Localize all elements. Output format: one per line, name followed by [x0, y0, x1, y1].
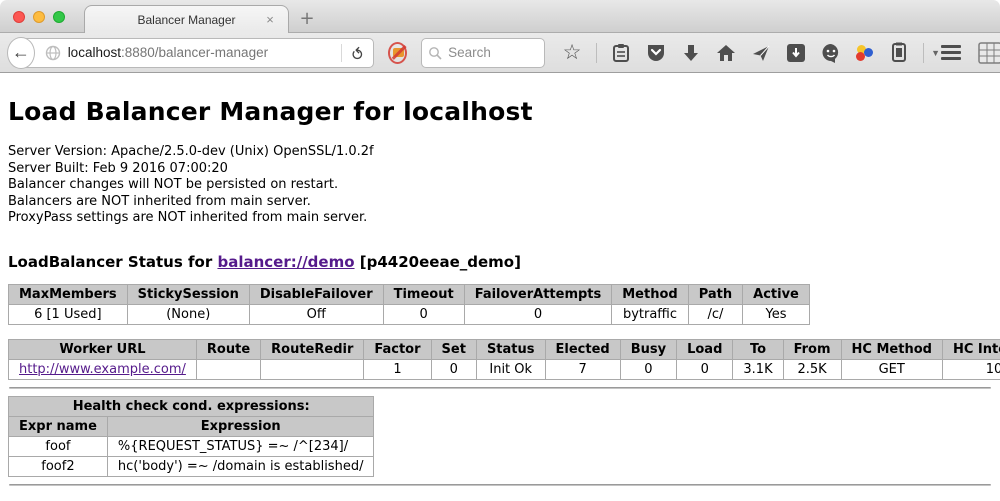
table-row: http://www.example.com/ 1 0 Init Ok 7 0 … — [9, 359, 1000, 379]
downloads-icon[interactable] — [680, 42, 702, 64]
pocket-icon[interactable] — [645, 42, 667, 64]
window-controls — [13, 11, 65, 23]
url-path: :8880/balancer-manager — [121, 45, 268, 60]
send-plane-icon[interactable] — [750, 42, 772, 64]
horizontal-rule — [9, 387, 991, 389]
table-header-row: Worker URL Route RouteRedir Factor Set S… — [9, 339, 1000, 359]
plugin-blocked-icon[interactable] — [388, 42, 407, 64]
page-content: Load Balancer Manager for localhost Serv… — [0, 73, 1000, 501]
reading-list-icon[interactable] — [610, 42, 632, 64]
globe-icon — [45, 45, 61, 61]
health-check-table: Health check cond. expressions: Expr nam… — [8, 396, 374, 477]
forum-smiley-icon[interactable] — [820, 42, 842, 64]
inherit-note-line: Balancers are NOT inherited from main se… — [8, 194, 992, 211]
toolbar-right — [940, 42, 1000, 64]
clipboard-battery-icon[interactable] — [888, 42, 910, 64]
tab-strip: Balancer Manager × + — [0, 0, 1000, 33]
urlbar-divider — [341, 44, 342, 62]
search-icon — [428, 46, 442, 60]
table-header-row: MaxMembers StickySession DisableFailover… — [9, 284, 810, 304]
table-header-row: Expr name Expression — [9, 416, 374, 436]
tab-balancer-manager[interactable]: Balancer Manager × — [84, 5, 289, 34]
search-bar[interactable] — [421, 38, 545, 68]
tab-close-icon[interactable]: × — [262, 12, 278, 28]
server-info: Server Version: Apache/2.5.0-dev (Unix) … — [8, 144, 992, 227]
reload-icon[interactable]: ⟳ — [347, 46, 367, 59]
color-dots-icon[interactable] — [855, 43, 875, 63]
toolbar-separator — [596, 43, 597, 63]
home-icon[interactable] — [715, 42, 737, 64]
table-row: foof %{REQUEST_STATUS} =~ /^[234]/ — [9, 436, 374, 456]
addon-box-icon[interactable] — [785, 42, 807, 64]
browser-chrome: Balancer Manager × + ← localhost:8880/ba… — [0, 0, 1000, 73]
url-host: localhost — [68, 45, 121, 60]
balancer-settings-table: MaxMembers StickySession DisableFailover… — [8, 284, 810, 325]
minimize-window-button[interactable] — [33, 11, 45, 23]
back-button[interactable]: ← — [7, 37, 35, 69]
toolbar-separator — [923, 43, 924, 63]
balancer-demo-link[interactable]: balancer://demo — [217, 253, 354, 271]
overflow-caret-icon[interactable]: ▼ — [931, 48, 940, 58]
proxypass-note-line: ProxyPass settings are NOT inherited fro… — [8, 210, 992, 227]
zoom-window-button[interactable] — [53, 11, 65, 23]
close-window-button[interactable] — [13, 11, 25, 23]
tab-title: Balancer Manager — [137, 13, 235, 27]
horizontal-rule — [9, 484, 991, 486]
toolbar-buttons: ☆ — [561, 42, 940, 64]
menu-icon[interactable] — [940, 42, 962, 64]
worker-status-table: Worker URL Route RouteRedir Factor Set S… — [8, 339, 1000, 380]
balancer-status-heading: LoadBalancer Status for balancer://demo … — [8, 253, 992, 271]
bookmark-star-icon[interactable]: ☆ — [561, 42, 583, 64]
url-text: localhost:8880/balancer-manager — [68, 45, 268, 60]
table-caption-row: Health check cond. expressions: — [9, 396, 374, 416]
navigation-toolbar: ← localhost:8880/balancer-manager ⟳ — [0, 33, 1000, 73]
persist-note-line: Balancer changes will NOT be persisted o… — [8, 177, 992, 194]
table-row: 6 [1 Used] (None) Off 0 0 bytraffic /c/ … — [9, 304, 810, 324]
server-version-line: Server Version: Apache/2.5.0-dev (Unix) … — [8, 144, 992, 161]
url-bar[interactable]: localhost:8880/balancer-manager ⟳ — [18, 38, 375, 68]
apps-grid-icon[interactable] — [978, 42, 1000, 64]
search-input[interactable] — [448, 45, 538, 60]
new-tab-button[interactable]: + — [296, 8, 318, 30]
page-title: Load Balancer Manager for localhost — [8, 97, 992, 126]
worker-url-link[interactable]: http://www.example.com/ — [19, 362, 186, 377]
server-built-line: Server Built: Feb 9 2016 07:00:20 — [8, 161, 992, 178]
table-row: foof2 hc('body') =~ /domain is establish… — [9, 456, 374, 476]
